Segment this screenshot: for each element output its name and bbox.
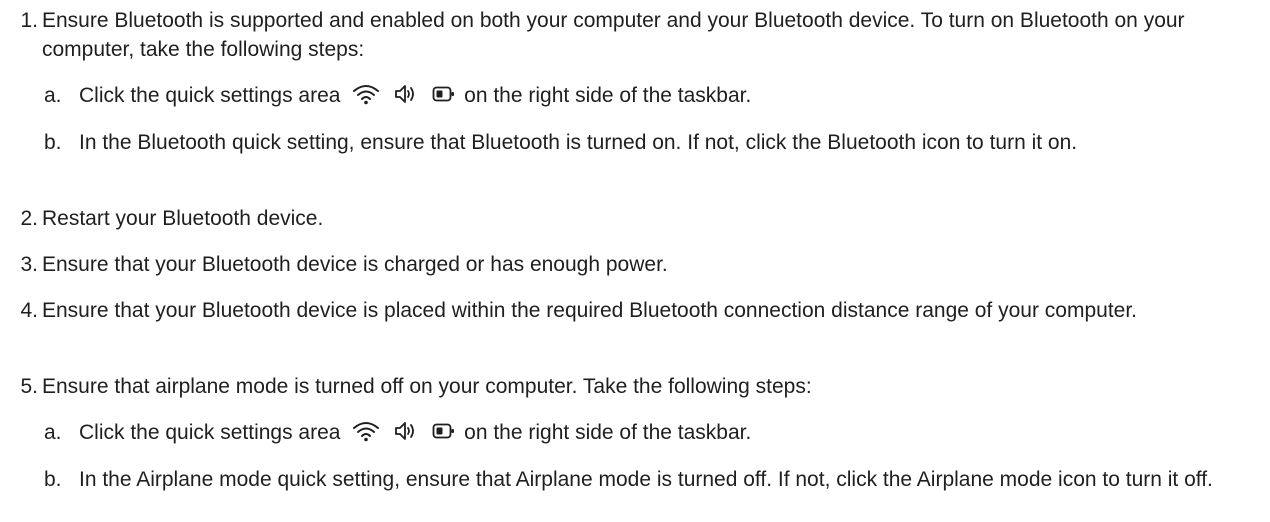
step-5: 5. Ensure that airplane mode is turned o… bbox=[0, 372, 1262, 401]
quick-settings-area bbox=[352, 83, 456, 105]
step-number: 3. bbox=[20, 253, 38, 276]
substep-letter: a. bbox=[44, 84, 62, 107]
volume-icon bbox=[395, 422, 415, 440]
substep-text: In the Bluetooth quick setting, ensure t… bbox=[79, 131, 1078, 154]
substep-text-before: Click the quick settings area bbox=[79, 84, 341, 107]
substep-text: In the Airplane mode quick setting, ensu… bbox=[79, 468, 1213, 491]
step-text: Restart your Bluetooth device. bbox=[42, 207, 324, 230]
substep-text-after: on the right side of the taskbar. bbox=[464, 84, 752, 107]
quick-settings-area bbox=[352, 420, 456, 442]
troubleshooting-steps: 1. Ensure Bluetooth is supported and ena… bbox=[0, 0, 1270, 522]
step-5-substep-a: a. Click the quick settings area on the … bbox=[0, 418, 1262, 447]
substep-text-after: on the right side of the taskbar. bbox=[464, 421, 752, 444]
step-number: 5. bbox=[20, 375, 38, 398]
step-3: 3. Ensure that your Bluetooth device is … bbox=[0, 250, 1262, 279]
step-number: 2. bbox=[20, 207, 38, 230]
step-5-substep-b: b. In the Airplane mode quick setting, e… bbox=[0, 465, 1262, 494]
step-number: 1. bbox=[20, 9, 38, 32]
step-1: 1. Ensure Bluetooth is supported and ena… bbox=[0, 6, 1262, 64]
wifi-icon bbox=[353, 85, 380, 105]
step-text: Ensure that your Bluetooth device is pla… bbox=[42, 299, 1138, 322]
step-1-substep-a: a. Click the quick settings area on the … bbox=[0, 81, 1262, 110]
step-2: 2. Restart your Bluetooth device. bbox=[0, 204, 1262, 233]
battery-icon bbox=[432, 423, 455, 439]
step-text: Ensure Bluetooth is supported and enable… bbox=[42, 9, 1185, 61]
substep-letter: b. bbox=[44, 131, 62, 154]
step-text: Ensure that airplane mode is turned off … bbox=[42, 375, 812, 398]
step-text: Ensure that your Bluetooth device is cha… bbox=[42, 253, 668, 276]
substep-letter: a. bbox=[44, 421, 62, 444]
battery-icon bbox=[432, 86, 455, 102]
step-4: 4. Ensure that your Bluetooth device is … bbox=[0, 296, 1262, 325]
substep-text-before: Click the quick settings area bbox=[79, 421, 341, 444]
wifi-icon bbox=[353, 422, 380, 442]
step-1-substep-b: b. In the Bluetooth quick setting, ensur… bbox=[0, 128, 1262, 157]
step-number: 4. bbox=[20, 299, 38, 322]
volume-icon bbox=[395, 85, 415, 103]
substep-letter: b. bbox=[44, 468, 62, 491]
